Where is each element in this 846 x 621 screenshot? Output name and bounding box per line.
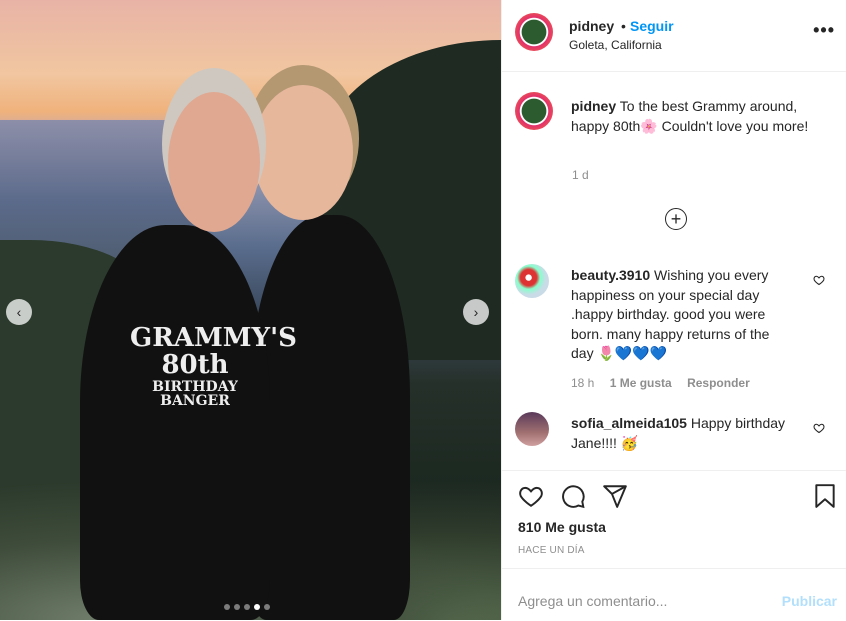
share-icon[interactable] [602,483,628,514]
heart-icon[interactable] [518,483,544,514]
action-bar: 810 Me gusta HACE UN DÍA [502,470,846,569]
post-header: pidney • Seguir Goleta, California ••• [502,0,846,72]
likes-count[interactable]: 810 Me gusta [518,519,606,535]
more-icon[interactable]: ••• [813,20,835,41]
carousel-dot [264,604,270,610]
avatar[interactable] [515,13,553,51]
chevron-left-icon[interactable]: ‹ [6,299,32,325]
caption-avatar[interactable] [515,92,553,130]
photo-head-granddaughter [253,85,353,220]
caption-text: pidney To the best Grammy around, happy … [571,97,821,136]
post-side-panel: pidney • Seguir Goleta, California ••• p… [501,0,846,620]
follow-button[interactable]: Seguir [630,18,674,34]
separator-dot: • [621,18,626,34]
avatar[interactable] [515,412,549,446]
plus-circle-icon[interactable]: + [665,208,687,230]
comment-username[interactable]: beauty.3910 [571,267,650,283]
carousel-dot [254,604,260,610]
comment-text: beauty.3910 Wishing you every happiness … [571,266,791,364]
shirt-print: GRAMMY'S 80th BIRTHDAY BANGER [130,324,297,410]
caption-username[interactable]: pidney [571,98,616,114]
caption-timestamp[interactable]: 1 d [572,168,589,182]
photo-person-grandmother [80,225,270,620]
reply-button[interactable]: Responder [687,376,750,390]
comment-icon[interactable] [560,483,586,514]
photo-head-grandmother [168,92,260,232]
publish-button[interactable]: Publicar [782,593,837,609]
heart-icon[interactable] [813,274,825,289]
comment-input[interactable]: Agrega un comentario... [518,593,667,609]
comment-meta: 18 h 1 Me gusta Responder [571,376,762,390]
carousel-dots [224,604,270,610]
shirt-text-line-1: GRAMMY'S [130,323,297,353]
carousel-dot [224,604,230,610]
carousel-dot [234,604,240,610]
shirt-text-line-2: 80th [161,350,229,381]
comment-username[interactable]: sofia_almeida105 [571,415,687,431]
avatar[interactable] [515,264,549,298]
chevron-right-icon[interactable]: › [463,299,489,325]
carousel-dot [244,604,250,610]
post-photo[interactable]: GRAMMY'S 80th BIRTHDAY BANGER ‹ › [0,0,501,620]
username-link[interactable]: pidney [569,18,614,34]
comment-time[interactable]: 18 h [571,376,594,390]
location-link[interactable]: Goleta, California [569,38,662,52]
comment-text: sofia_almeida105 Happy birthday Jane!!!!… [571,414,791,453]
photo-person-granddaughter [250,215,410,620]
post-age[interactable]: HACE UN DÍA [518,545,585,556]
comment-likes[interactable]: 1 Me gusta [610,376,672,390]
bookmark-icon[interactable] [813,483,837,514]
shirt-text-line-3: BIRTHDAY [152,378,238,395]
comment-form: Agrega un comentario... Publicar [502,568,846,621]
shirt-text-line-4: BANGER [160,393,230,410]
heart-icon[interactable] [813,422,825,437]
